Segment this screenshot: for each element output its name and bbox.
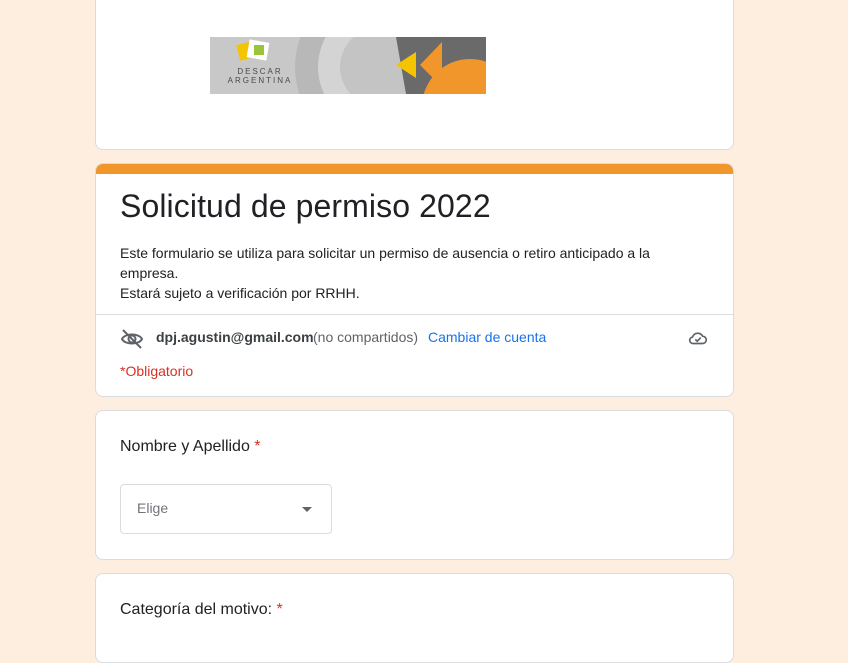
form-header-card: Solicitud de permiso 2022 Este formulari…	[95, 163, 734, 397]
question-label-text: Categoría del motivo:	[120, 601, 273, 618]
name-dropdown[interactable]: Elige	[120, 484, 332, 534]
description-line-2: Estará sujeto a verificación por RRHH.	[120, 285, 360, 301]
banner-graphic	[210, 37, 486, 94]
banner-logo-text: DESCAR ARGENTINA	[220, 67, 300, 85]
question-label-text: Nombre y Apellido	[120, 438, 250, 455]
descar-argentina-banner: DESCAR ARGENTINA	[210, 37, 486, 94]
required-note: *Obligatorio	[120, 363, 194, 379]
logo-line-2: ARGENTINA	[227, 76, 293, 85]
logo-line-1: DESCAR	[237, 67, 283, 76]
cloud-saved-icon	[687, 327, 709, 349]
dropdown-placeholder: Elige	[137, 500, 169, 516]
question-card-category: Categoría del motivo: *	[95, 573, 734, 663]
account-email: dpj.agustin@gmail.com	[156, 329, 314, 345]
accent-bar	[96, 164, 733, 174]
required-asterisk: *	[254, 438, 261, 455]
eye-off-icon	[120, 327, 144, 351]
required-asterisk: *	[276, 601, 283, 618]
account-row: dpj.agustin@gmail.com (no compartidos) C…	[120, 327, 709, 349]
description-line-1: Este formulario se utiliza para solicita…	[120, 245, 650, 281]
dropdown-arrow-icon	[302, 507, 312, 512]
form-description: Este formulario se utiliza para solicita…	[120, 243, 700, 303]
not-shared-label: (no compartidos)	[313, 329, 419, 345]
form-title: Solicitud de permiso 2022	[120, 188, 491, 224]
change-account-link[interactable]: Cambiar de cuenta	[428, 329, 546, 345]
divider	[96, 314, 733, 315]
question-label: Nombre y Apellido *	[120, 438, 261, 456]
header-image-card: DESCAR ARGENTINA	[95, 0, 734, 150]
question-label: Categoría del motivo: *	[120, 601, 283, 619]
question-card-name: Nombre y Apellido * Elige	[95, 410, 734, 560]
